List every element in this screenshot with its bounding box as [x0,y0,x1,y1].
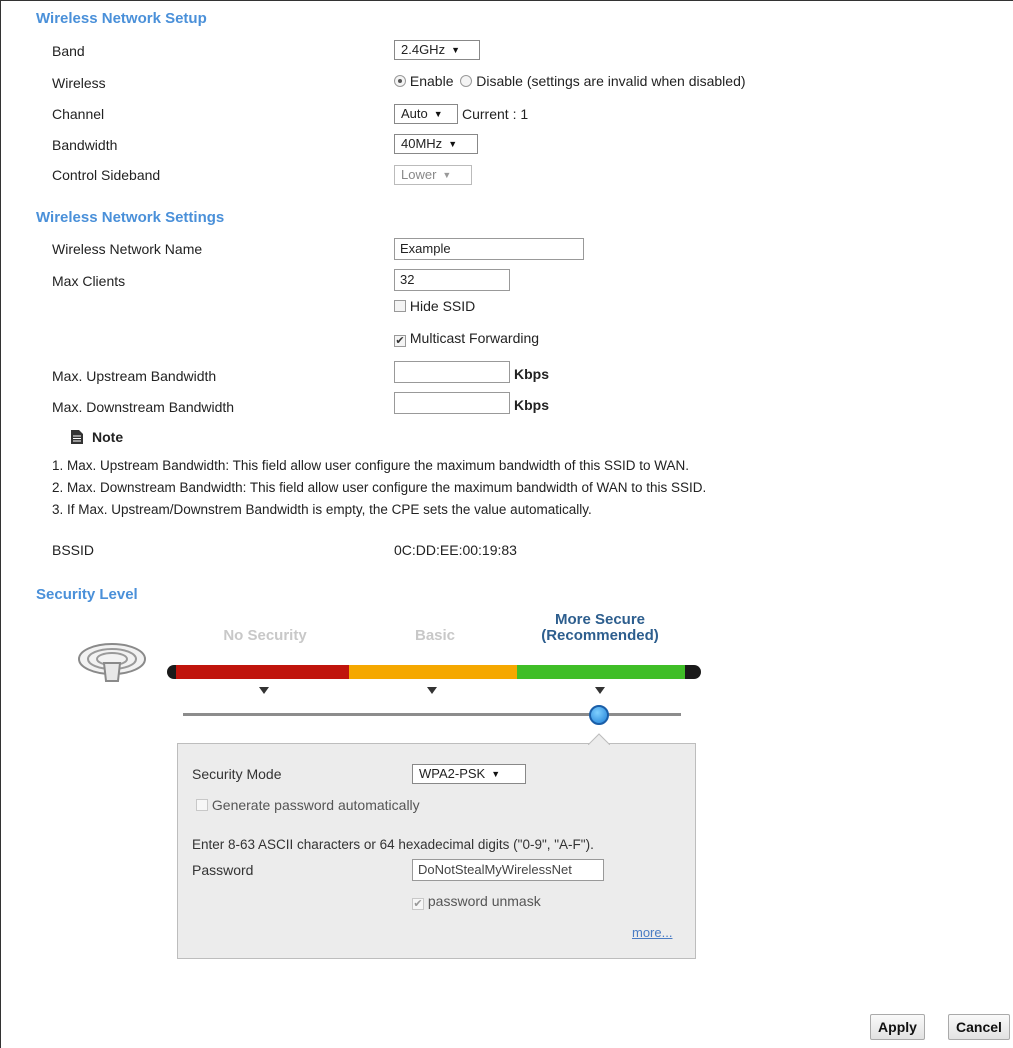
max-upstream-label: Max. Upstream Bandwidth [52,368,217,384]
max-upstream-input[interactable] [394,361,510,383]
dropdown-arrow-icon: ▼ [451,45,460,55]
security-level-more-secure[interactable]: More Secure (Recommended) [520,612,680,644]
note-item: 3. If Max. Upstream/Downstrem Bandwidth … [52,502,592,517]
security-slider-handle[interactable] [589,705,609,725]
security-mode-label: Security Mode [192,766,282,782]
password-input[interactable]: DoNotStealMyWirelessNet [412,859,604,881]
security-bar-green [517,665,685,679]
dropdown-arrow-icon: ▼ [491,769,501,779]
password-unmask-checkbox[interactable]: ✔ [412,898,424,910]
network-name-label: Wireless Network Name [52,241,203,257]
multicast-forwarding-checkbox[interactable]: ✔ [394,335,406,347]
security-mode-value: WPA2-PSK [419,766,486,781]
band-label: Band [52,43,85,59]
password-unmask-label: password unmask [427,893,541,909]
panel-caret-icon [588,733,610,745]
section-title-wireless-settings: Wireless Network Settings [36,209,225,226]
dropdown-arrow-icon: ▼ [433,109,443,119]
max-downstream-label: Max. Downstream Bandwidth [52,399,235,415]
note-title: Note [92,429,124,445]
generate-password-label: Generate password automatically [211,797,420,813]
wireless-disable-radio[interactable] [460,75,473,87]
recommended-label: (Recommended) [541,627,659,644]
wireless-enable-radio[interactable] [394,75,406,87]
control-sideband-select[interactable]: Lower ▼ [394,165,472,185]
hide-ssid-label: Hide SSID [409,298,476,314]
bssid-label: BSSID [52,542,95,558]
channel-select[interactable]: Auto ▼ [394,104,458,124]
network-name-input[interactable]: Example [394,238,584,260]
level-pointer-icon [427,687,437,694]
apply-button[interactable]: Apply [870,1014,925,1040]
band-value: 2.4GHz [401,42,446,57]
wifi-router-icon [78,643,146,682]
max-clients-input[interactable]: 32 [394,269,510,291]
wireless-disable-label: Disable (settings are invalid when disab… [476,73,746,89]
dropdown-arrow-icon: ▼ [448,139,458,149]
channel-current: Current : 1 [462,106,529,122]
bandwidth-label: Bandwidth [52,137,118,153]
note-header: Note [70,429,123,445]
bandwidth-value: 40MHz [401,136,443,151]
hide-ssid-checkbox[interactable] [394,300,406,312]
security-settings-panel: Security Mode WPA2-PSK ▼ Generate passwo… [177,733,696,959]
channel-label: Channel [52,106,105,122]
max-downstream-input[interactable] [394,392,510,414]
max-upstream-unit: Kbps [514,366,549,382]
hide-ssid-row: Hide SSID [394,298,475,314]
dropdown-arrow-icon: ▼ [442,170,452,180]
control-sideband-label: Control Sideband [52,167,161,183]
generate-password-row: Generate password automatically [196,797,420,813]
note-icon [71,430,83,444]
level-pointer-icon [259,687,269,694]
security-bar-orange [349,665,517,679]
note-list: 1. Max. Upstream Bandwidth: This field a… [52,455,706,521]
bandwidth-select[interactable]: 40MHz ▼ [394,134,478,154]
security-mode-select[interactable]: WPA2-PSK ▼ [412,764,526,784]
security-level-basic[interactable]: Basic [395,627,475,644]
max-downstream-unit: Kbps [514,397,549,413]
multicast-forwarding-label: Multicast Forwarding [409,330,540,346]
security-level-no-security[interactable]: No Security [205,627,325,644]
bssid-value: 0C:DD:EE:00:19:83 [394,542,517,558]
level-pointer-icon [595,687,605,694]
password-hint: Enter 8-63 ASCII characters or 64 hexade… [192,837,594,852]
band-select[interactable]: 2.4GHz ▼ [394,40,480,60]
cancel-button[interactable]: Cancel [948,1014,1010,1040]
wireless-radio-group: Enable Disable (settings are invalid whe… [394,73,746,89]
wireless-label: Wireless [52,75,106,91]
wireless-enable-label: Enable [409,73,454,89]
generate-password-checkbox[interactable] [196,799,208,811]
password-unmask-row: ✔ password unmask [412,893,541,910]
section-title-security-level: Security Level [36,586,138,603]
channel-value: Auto [401,106,428,121]
multicast-row: ✔ Multicast Forwarding [394,330,539,347]
note-item: 1. Max. Upstream Bandwidth: This field a… [52,458,690,473]
more-secure-label: More Secure [554,611,646,628]
security-bar-red [176,665,349,679]
more-link[interactable]: more... [632,925,672,940]
max-clients-label: Max Clients [52,273,126,289]
note-item: 2. Max. Downstream Bandwidth: This field… [52,480,707,495]
control-sideband-value: Lower [401,167,437,182]
password-label: Password [192,862,254,878]
section-title-wireless-setup: Wireless Network Setup [36,10,207,27]
